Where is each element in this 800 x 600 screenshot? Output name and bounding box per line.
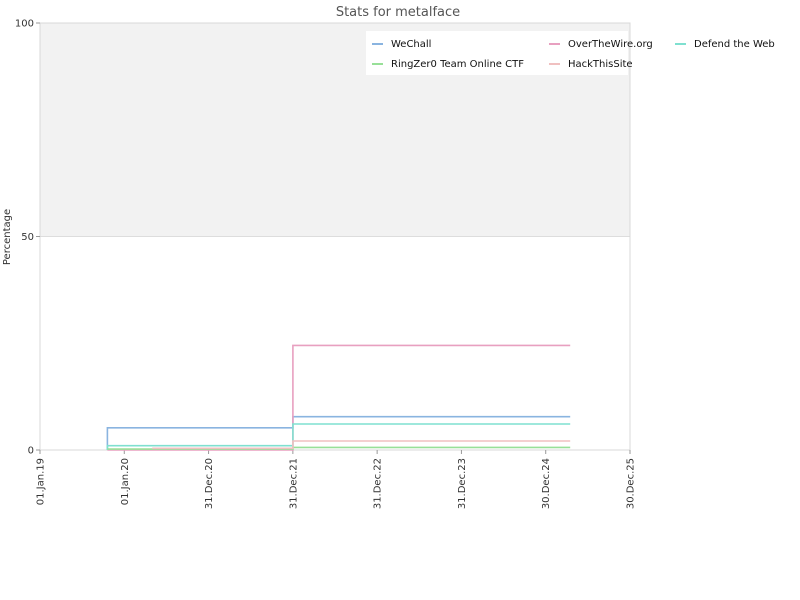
legend-label-ringzer0-team-online-ctf: RingZer0 Team Online CTF bbox=[391, 59, 524, 70]
plot-area: 0 50 100 01.Jan.19 01.Jan.20 31.Dec.20 31.Dec.… bbox=[15, 19, 637, 510]
x-tick-label: 31.Dec.22 bbox=[373, 458, 384, 509]
legend-label-overthewire-org: OverTheWire.org bbox=[568, 39, 653, 50]
x-tick-label: 01.Jan.19 bbox=[36, 458, 47, 505]
y-tick-label: 0 bbox=[28, 446, 34, 457]
legend: WeChall OverTheWire.org Defend the Web Ring… bbox=[366, 31, 775, 75]
y-tick-label: 50 bbox=[21, 232, 34, 243]
legend-label-defend-the-web: Defend the Web bbox=[694, 39, 775, 50]
x-tick-label: 31.Dec.23 bbox=[457, 458, 468, 509]
x-tick-label: 30.Dec.24 bbox=[541, 458, 552, 509]
x-tick-label: 30.Dec.25 bbox=[626, 458, 637, 509]
y-axis-label: Percentage bbox=[2, 209, 13, 265]
x-tick-label: 01.Jan.20 bbox=[120, 458, 131, 505]
stats-line-chart: Stats for metalface Percentage 0 50 100 01.… bbox=[2, 5, 775, 510]
legend-label-wechall: WeChall bbox=[391, 39, 431, 50]
x-tick-label: 31.Dec.21 bbox=[288, 458, 299, 509]
y-tick-label: 100 bbox=[15, 19, 34, 30]
legend-label-hackthissite: HackThisSite bbox=[568, 59, 633, 70]
x-tick-label: 31.Dec.20 bbox=[204, 458, 215, 509]
chart-title: Stats for metalface bbox=[336, 5, 460, 20]
